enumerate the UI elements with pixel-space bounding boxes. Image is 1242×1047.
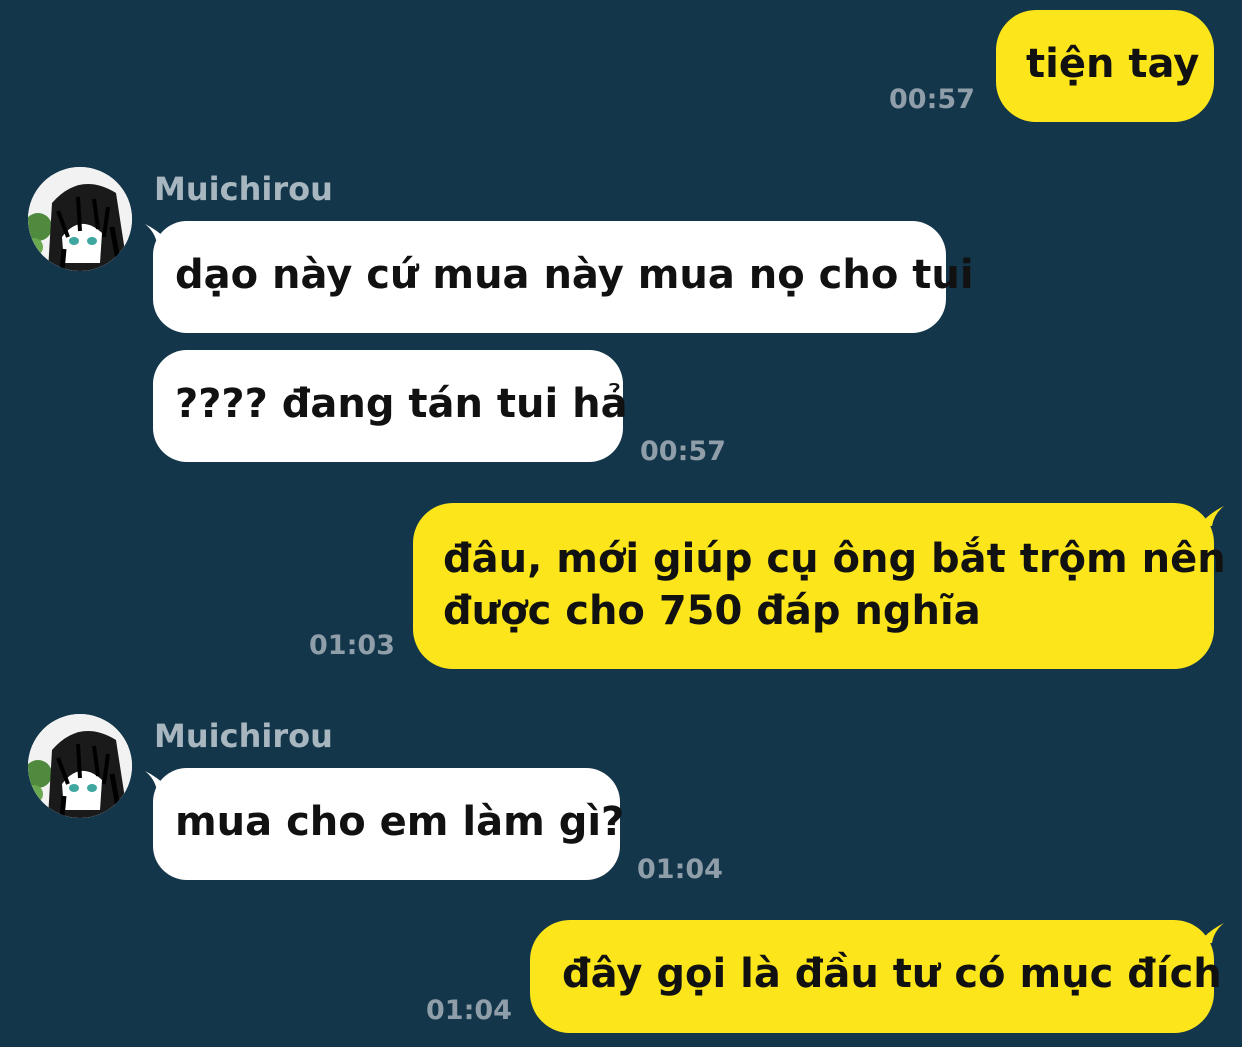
incoming-message-bubble[interactable]: mua cho em làm gì? [153, 768, 624, 880]
message-text-line: được cho 750 đáp nghĩa [443, 588, 981, 634]
outgoing-message-bubble[interactable]: tiện tay [996, 10, 1214, 122]
message-timestamp: 00:57 [640, 436, 726, 467]
sender-avatar[interactable] [28, 167, 132, 271]
message-timestamp: 00:57 [889, 84, 975, 115]
sender-name: Muichirou [154, 717, 333, 755]
anime-avatar-icon [28, 167, 132, 271]
message-text: tiện tay [1026, 41, 1200, 87]
incoming-message-bubble[interactable]: dạo này cứ mua này mua nọ cho tui [153, 221, 974, 333]
message-timestamp: 01:04 [637, 854, 723, 885]
message-text-line: đâu, mới giúp cụ ông bắt trộm nên [443, 536, 1226, 582]
message-text: dạo này cứ mua này mua nọ cho tui [175, 252, 974, 298]
message-text: ???? đang tán tui hả [175, 381, 628, 427]
message-timestamp: 01:04 [426, 995, 512, 1026]
anime-avatar-icon [28, 714, 132, 818]
sender-name: Muichirou [154, 170, 333, 208]
chat-message-list[interactable]: 00:57 tiện tay Muichirou dạo này cứ mua … [0, 0, 1242, 1047]
message-timestamp: 01:03 [309, 630, 395, 661]
outgoing-message-bubble[interactable]: đây gọi là đầu tư có mục đích [530, 920, 1222, 1033]
incoming-message-bubble[interactable]: ???? đang tán tui hả [153, 350, 628, 462]
outgoing-message-bubble[interactable]: đâu, mới giúp cụ ông bắt trộm nên được c… [413, 503, 1226, 669]
outgoing-bubble-tail [1204, 923, 1224, 943]
outgoing-bubble-tail [1204, 506, 1224, 526]
sender-avatar[interactable] [28, 714, 132, 818]
message-text: mua cho em làm gì? [175, 799, 625, 845]
message-text: đây gọi là đầu tư có mục đích [562, 951, 1222, 997]
